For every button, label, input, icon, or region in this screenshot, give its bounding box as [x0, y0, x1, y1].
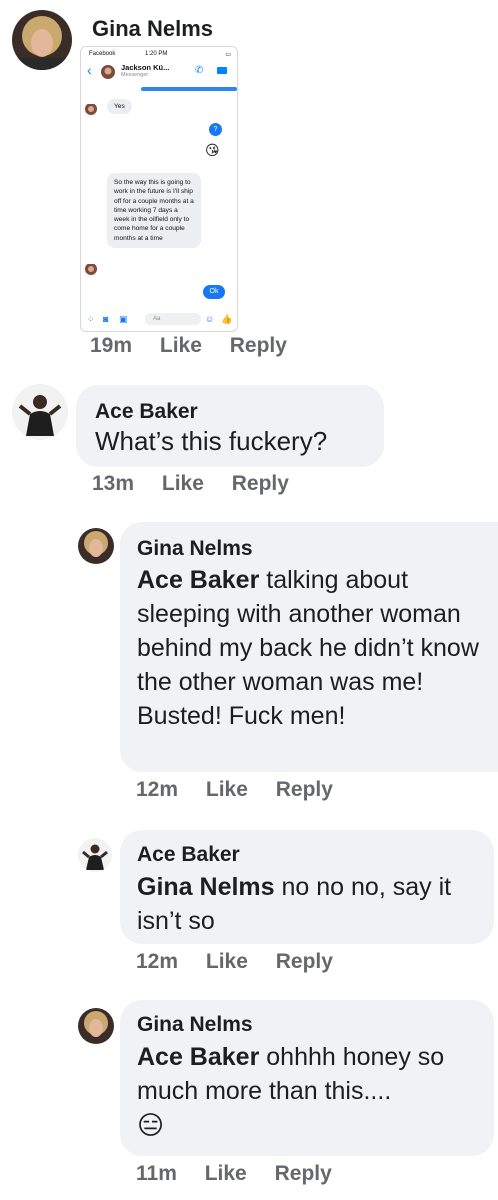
comment-timestamp: 13m — [92, 472, 135, 495]
reply-timestamp: 12m — [136, 778, 179, 801]
contact-name: Jackson Kü... — [121, 63, 170, 72]
comment-text-body: What’s this fuckery? — [95, 426, 328, 456]
post-actions: 19m Like Reply — [90, 334, 309, 358]
comment-text: What’s this fuckery? — [95, 424, 327, 458]
reply-timestamp: 12m — [136, 950, 179, 973]
incoming-message-long: So the way this is going to work in the … — [107, 173, 201, 249]
reply-reply-button[interactable]: Reply — [276, 778, 333, 801]
gina-avatar[interactable] — [78, 528, 114, 564]
reply-bubble: Ace Baker Gina Nelms no no no, say it is… — [120, 830, 494, 944]
ace-avatar[interactable] — [78, 838, 112, 872]
reply-text: Ace Baker talking about sleeping with an… — [137, 563, 483, 733]
reply-timestamp: 11m — [136, 1162, 177, 1185]
incoming-message-yes: Yes — [107, 99, 132, 115]
outgoing-message-question: ? — [209, 123, 222, 136]
camera-icon: ◙ — [103, 314, 109, 324]
comment-bubble: Ace Baker What’s this fuckery? — [76, 385, 384, 467]
kiss-emoji: 😘 — [205, 142, 220, 158]
comment-reply-button[interactable]: Reply — [232, 472, 289, 495]
reply-like-button[interactable]: Like — [206, 950, 248, 973]
emoji-icon: ☺ — [205, 314, 215, 324]
reply-bubble: Gina Nelms Ace Baker talking about sleep… — [120, 522, 498, 772]
reply-actions: 12m Like Reply — [136, 778, 355, 802]
post-author-name[interactable]: Gina Nelms — [92, 16, 213, 42]
mention-link[interactable]: Ace Baker — [137, 566, 259, 594]
reply-text: Ace Baker ohhhh honey so much more than … — [137, 1040, 483, 1108]
contact-subtitle: Messenger — [121, 72, 149, 78]
status-carrier: Facebook — [89, 51, 116, 57]
mention-link[interactable]: Ace Baker — [137, 1043, 259, 1071]
reply-reply-button[interactable]: Reply — [275, 1162, 332, 1185]
comment-like-button[interactable]: Like — [162, 472, 204, 495]
comment-actions: 13m Like Reply — [92, 472, 311, 496]
thumbs-up-icon: 👍 — [221, 314, 233, 324]
post-reply-button[interactable]: Reply — [230, 334, 287, 357]
composer-placeholder: Aa — [145, 313, 201, 325]
reply-bubble: Gina Nelms Ace Baker ohhhh honey so much… — [120, 1000, 494, 1156]
mention-link[interactable]: Gina Nelms — [137, 873, 275, 901]
screenshot-composer: ⁘ ◙ ▣ Aa ☺ 👍 — [81, 311, 237, 329]
reply-actions: 11m Like Reply — [136, 1162, 354, 1186]
contact-avatar — [101, 65, 115, 79]
battery-icon: ▭ — [225, 52, 231, 58]
screenshot-status-bar: Facebook 1:20 PM ▭ — [89, 51, 231, 58]
outgoing-message-ok: Ok — [203, 285, 225, 299]
phone-icon: ✆ — [195, 65, 204, 76]
post-like-button[interactable]: Like — [160, 334, 202, 357]
reply-like-button[interactable]: Like — [205, 1162, 247, 1185]
gina-avatar[interactable] — [12, 10, 72, 70]
reply-like-button[interactable]: Like — [206, 778, 248, 801]
apps-icon: ⁘ — [87, 314, 95, 324]
reply-author-name[interactable]: Ace Baker — [137, 843, 240, 867]
comment-author-name[interactable]: Ace Baker — [95, 400, 198, 424]
screenshot-chat-header: ‹ Jackson Kü... Messenger ✆ — [81, 61, 237, 83]
reply-author-name[interactable]: Gina Nelms — [137, 1013, 253, 1037]
reply-reply-button[interactable]: Reply — [276, 950, 333, 973]
expressionless-emoji: 😑 — [137, 1110, 165, 1140]
attached-messenger-screenshot[interactable]: Facebook 1:20 PM ▭ ‹ Jackson Kü... Messe… — [80, 46, 238, 332]
ace-avatar[interactable] — [12, 384, 68, 440]
post-timestamp: 19m — [90, 334, 133, 357]
reply-text: Gina Nelms no no no, say it isn’t so — [137, 870, 477, 938]
gina-avatar[interactable] — [78, 1008, 114, 1044]
video-call-icon — [217, 67, 227, 74]
message-avatar — [85, 103, 97, 115]
status-time: 1:20 PM — [145, 51, 168, 57]
previous-outgoing-message — [141, 87, 237, 91]
message-avatar — [85, 263, 97, 275]
reply-actions: 12m Like Reply — [136, 950, 355, 974]
back-chevron-icon: ‹ — [87, 62, 92, 78]
reply-author-name[interactable]: Gina Nelms — [137, 537, 253, 561]
gallery-icon: ▣ — [119, 314, 128, 324]
